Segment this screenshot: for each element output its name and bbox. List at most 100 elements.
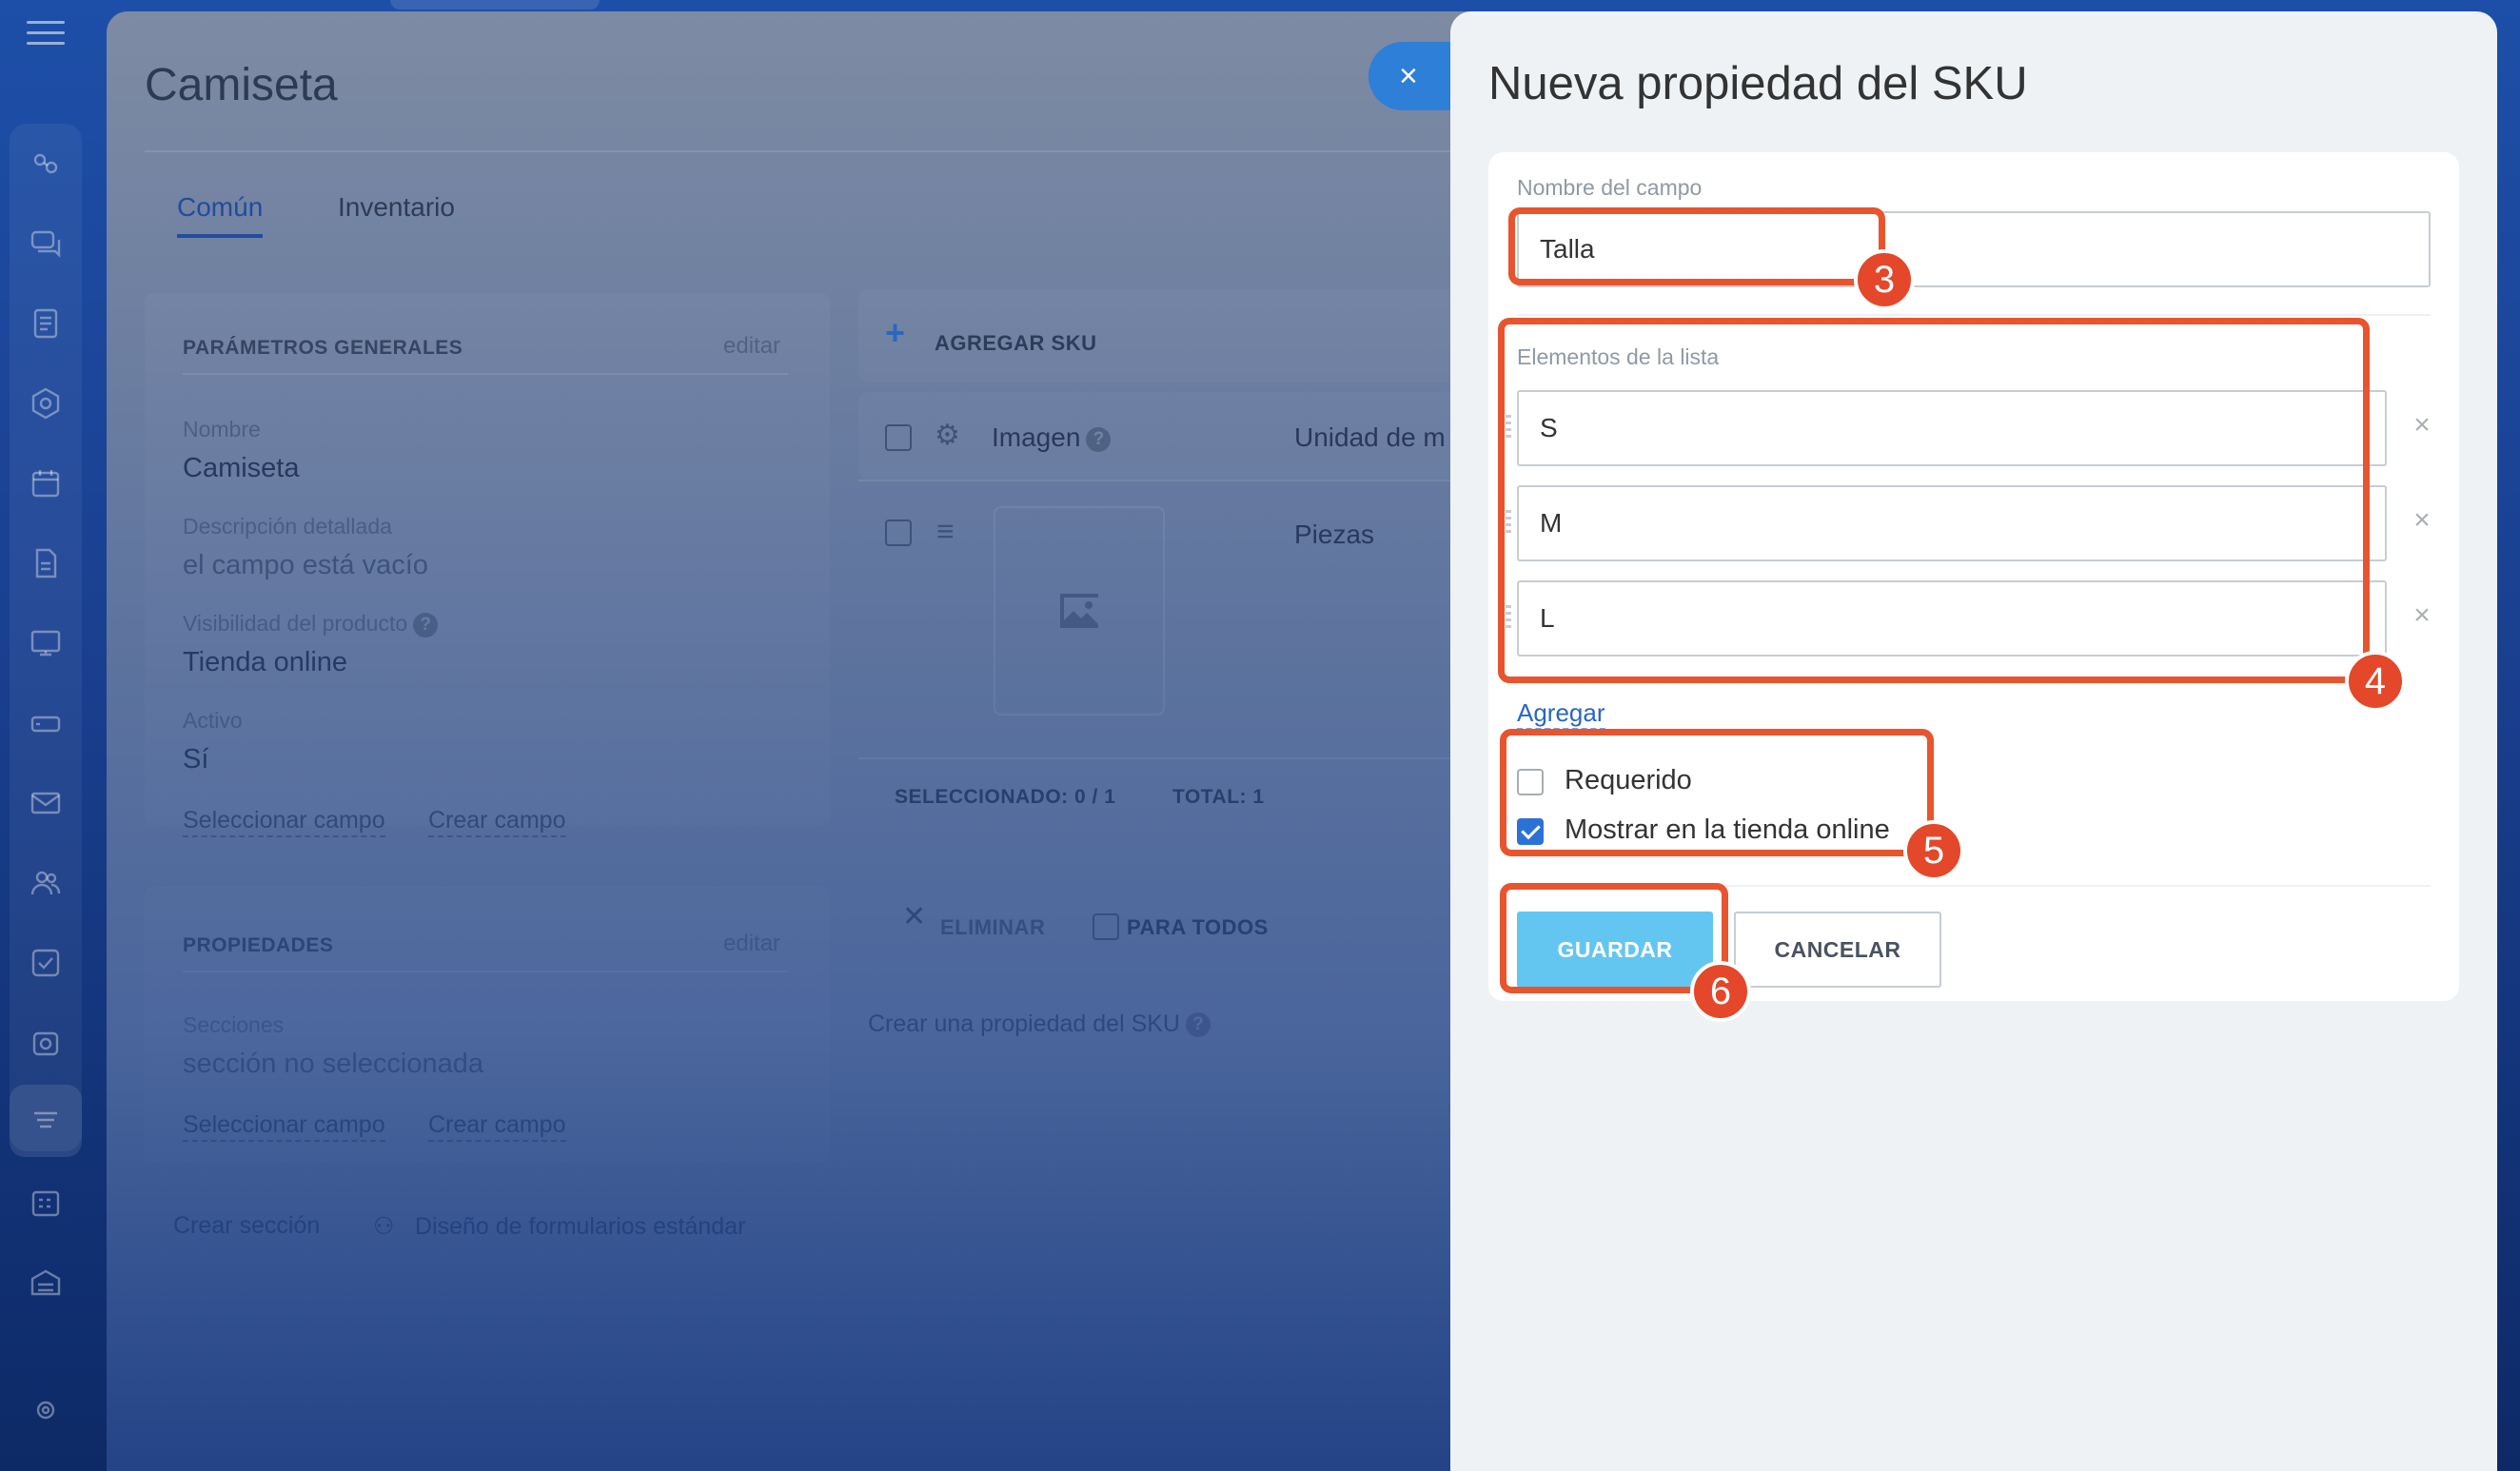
image-column-header: Imagen? bbox=[992, 422, 1112, 453]
feed-icon[interactable] bbox=[25, 303, 67, 344]
save-button[interactable]: GUARDAR bbox=[1517, 912, 1713, 988]
field-name-label: Nombre del campo bbox=[1517, 175, 1703, 200]
tab-comun[interactable]: Común bbox=[177, 192, 264, 238]
storage-icon[interactable] bbox=[25, 702, 67, 744]
field-value-secciones: sección no seleccionada bbox=[183, 1049, 483, 1079]
unit-column-header: Unidad de m bbox=[1294, 422, 1446, 452]
field-label-descripcion: Descripción detallada bbox=[183, 514, 392, 539]
callout-number-6: 6 bbox=[1690, 961, 1751, 1022]
property-form: Nombre del campo Elementos de la lista ×… bbox=[1488, 152, 2459, 1001]
close-icon: × bbox=[1399, 58, 1418, 94]
chat-icon[interactable] bbox=[25, 223, 67, 265]
field-label-activo: Activo bbox=[183, 708, 243, 733]
sku-row-unit: Piezas bbox=[1294, 520, 1375, 549]
general-select-field-link[interactable]: Seleccionar campo bbox=[183, 807, 385, 837]
sku-help-icon[interactable]: ? bbox=[1185, 1012, 1211, 1038]
drag-handle-icon[interactable] bbox=[1506, 510, 1511, 535]
add-sku-button[interactable]: AGREGAR SKU bbox=[935, 331, 1097, 356]
remove-item-icon[interactable]: × bbox=[2408, 506, 2436, 535]
warehouse-icon[interactable] bbox=[25, 1262, 67, 1304]
show-in-store-label: Mostrar en la tienda online bbox=[1565, 814, 1890, 845]
drag-handle-icon[interactable] bbox=[1506, 605, 1511, 630]
gear-icon[interactable]: ⚙ bbox=[935, 419, 960, 452]
callout-number-4: 4 bbox=[2345, 651, 2406, 712]
form-design-label: Diseño de formularios estándar bbox=[415, 1213, 746, 1240]
settings-icon[interactable] bbox=[25, 1389, 67, 1431]
users-icon[interactable] bbox=[25, 862, 67, 904]
callout-number-5: 5 bbox=[1903, 820, 1964, 881]
add-item-link[interactable]: Agregar bbox=[1517, 698, 1605, 730]
general-create-field-link[interactable]: Crear campo bbox=[428, 807, 566, 837]
drag-handle-icon[interactable] bbox=[1506, 415, 1511, 440]
field-label-visibilidad-text: Visibilidad del producto bbox=[183, 611, 408, 636]
show-in-store-checkbox[interactable] bbox=[1517, 818, 1544, 845]
form-design-link[interactable]: ⚇ Diseño de formularios estándar bbox=[373, 1212, 745, 1241]
panel-title: Nueva propiedad del SKU bbox=[1488, 58, 2028, 109]
users-small-icon: ⚇ bbox=[373, 1213, 395, 1240]
hexagon-icon[interactable] bbox=[25, 382, 67, 424]
field-label-nombre: Nombre bbox=[183, 417, 261, 441]
plus-icon[interactable]: + bbox=[885, 316, 905, 350]
image-icon bbox=[1060, 594, 1098, 628]
schedule-icon[interactable] bbox=[25, 1182, 67, 1224]
general-edit-link[interactable]: editar bbox=[723, 333, 780, 360]
catalog-icon[interactable] bbox=[10, 1085, 82, 1157]
image-column-label: Imagen bbox=[992, 422, 1081, 452]
general-divider bbox=[183, 373, 788, 375]
remove-item-icon[interactable]: × bbox=[2408, 601, 2436, 630]
help-icon[interactable]: ? bbox=[413, 612, 439, 637]
top-tab-nub bbox=[390, 0, 600, 10]
list-item-input[interactable] bbox=[1517, 580, 2387, 657]
tab-inventario[interactable]: Inventario bbox=[338, 192, 455, 223]
drag-handle-icon[interactable]: ≡ bbox=[936, 514, 955, 549]
new-sku-property-panel: Nueva propiedad del SKU Nombre del campo… bbox=[1450, 11, 2497, 1471]
total-count: TOTAL: 1 bbox=[1172, 786, 1265, 808]
required-label: Requerido bbox=[1565, 765, 1692, 795]
callout-number-3: 3 bbox=[1854, 249, 1915, 310]
mail-icon[interactable] bbox=[25, 782, 67, 824]
properties-select-field-link[interactable]: Seleccionar campo bbox=[183, 1111, 385, 1142]
required-checkbox[interactable] bbox=[1517, 769, 1544, 795]
field-label-visibilidad: Visibilidad del producto? bbox=[183, 611, 439, 637]
row-checkbox[interactable] bbox=[885, 520, 912, 546]
image-help-icon[interactable]: ? bbox=[1086, 426, 1112, 452]
general-params-heading: PARÁMETROS GENERALES bbox=[183, 337, 463, 359]
crm-icon[interactable] bbox=[25, 143, 67, 185]
document-icon[interactable] bbox=[25, 542, 67, 584]
title-divider bbox=[145, 150, 1563, 152]
calendar-icon[interactable] bbox=[25, 462, 67, 504]
list-item-input[interactable] bbox=[1517, 390, 2387, 466]
cancel-button[interactable]: CANCELAR bbox=[1734, 912, 1941, 988]
create-sku-property-label: Crear una propiedad del SKU bbox=[868, 1010, 1180, 1037]
for-all-label: PARA TODOS bbox=[1127, 915, 1269, 939]
tasks-icon[interactable] bbox=[25, 942, 67, 984]
store-icon[interactable] bbox=[25, 1022, 67, 1064]
page-title: Camiseta bbox=[145, 60, 338, 110]
properties-heading: PROPIEDADES bbox=[183, 934, 334, 956]
properties-divider bbox=[183, 971, 788, 972]
product-card: Camiseta Común Inventario PARÁMETROS GEN… bbox=[107, 11, 1563, 1471]
form-divider-1 bbox=[1517, 314, 2431, 316]
properties-edit-link[interactable]: editar bbox=[723, 931, 780, 957]
list-items-label: Elementos de la lista bbox=[1517, 344, 1720, 369]
field-value-nombre: Camiseta bbox=[183, 453, 300, 483]
presentation-icon[interactable] bbox=[25, 622, 67, 664]
field-value-descripcion: el campo está vacío bbox=[183, 550, 428, 580]
select-all-checkbox[interactable] bbox=[885, 424, 912, 451]
field-value-activo: Sí bbox=[183, 744, 209, 775]
delete-button[interactable]: ELIMINAR bbox=[940, 915, 1045, 940]
field-value-visibilidad: Tienda online bbox=[183, 647, 348, 677]
close-panel-button[interactable]: × bbox=[1368, 42, 1464, 110]
for-all-checkbox[interactable] bbox=[1093, 913, 1119, 940]
field-label-secciones: Secciones bbox=[183, 1012, 285, 1037]
list-item-input[interactable] bbox=[1517, 485, 2387, 561]
field-name-input[interactable] bbox=[1517, 211, 2431, 287]
create-sku-property-link[interactable]: Crear una propiedad del SKU? bbox=[868, 1010, 1211, 1038]
remove-item-icon[interactable]: × bbox=[2408, 411, 2436, 440]
menu-icon[interactable] bbox=[27, 21, 65, 49]
create-section-link[interactable]: Crear sección bbox=[173, 1212, 320, 1240]
selected-count: SELECCIONADO: 0 / 1 bbox=[895, 786, 1116, 808]
delete-x-icon[interactable]: ✕ bbox=[902, 900, 926, 933]
properties-create-field-link[interactable]: Crear campo bbox=[428, 1111, 566, 1142]
sku-image-placeholder[interactable] bbox=[994, 506, 1165, 716]
